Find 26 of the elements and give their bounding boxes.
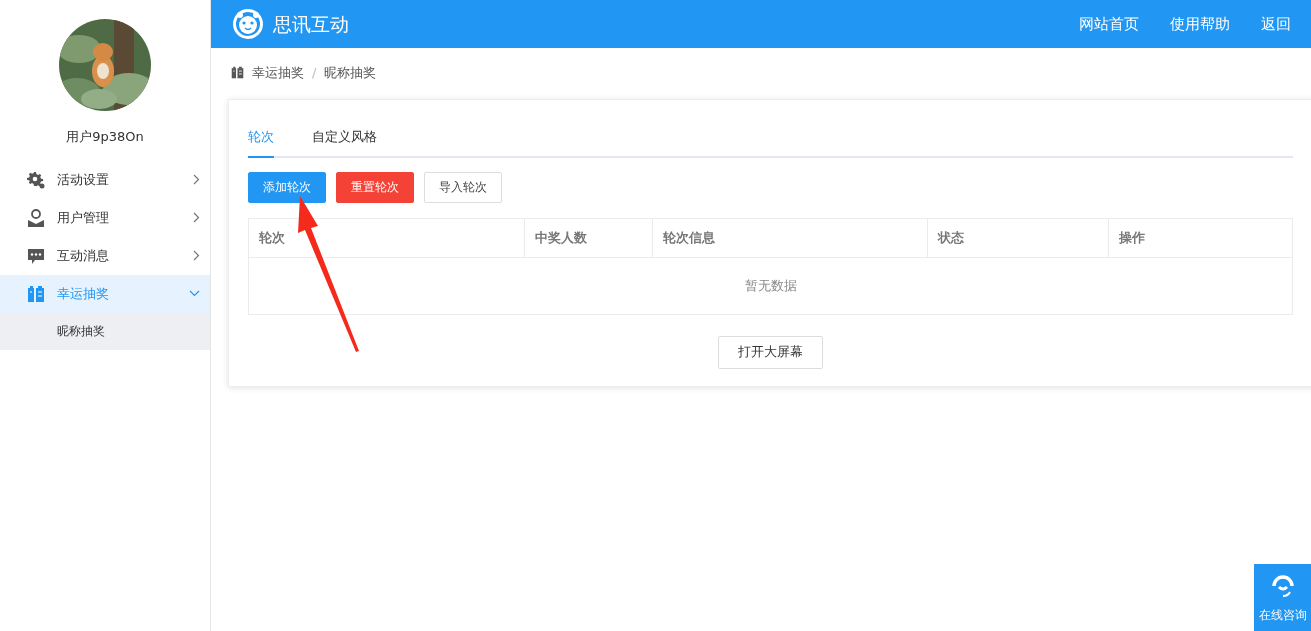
user-name: 用户9p38On	[65, 128, 145, 146]
reset-button[interactable]: 重置轮次	[336, 171, 414, 203]
import-button[interactable]: 导入轮次	[424, 171, 502, 203]
sidebar-item[interactable]: 活动设置	[0, 160, 210, 199]
column-header: 操作	[1118, 228, 1147, 247]
column-header: 轮次信息	[653, 218, 928, 257]
chevron-right-icon	[193, 212, 200, 223]
sidebar-item[interactable]: 互动消息	[0, 236, 210, 275]
empty-message: 暂无数据	[743, 276, 798, 295]
column-header: 状态	[927, 218, 1110, 257]
breadcrumb-separator: /	[312, 64, 317, 82]
chevron-right-icon	[193, 250, 200, 261]
breadcrumb-item[interactable]: 幸运抽奖	[252, 63, 304, 83]
column-header: 中奖人数	[525, 218, 654, 257]
sidebar-item[interactable]: 用户管理	[0, 198, 210, 237]
brand-name: 思讯互动	[273, 11, 349, 37]
gears-icon	[27, 170, 45, 189]
tab[interactable]: 自定义风格	[312, 127, 377, 158]
big-screen-button[interactable]: 打开大屏幕	[718, 335, 823, 369]
chevron-right-icon	[193, 174, 200, 185]
breadcrumb-item: 昵称抽奖	[324, 64, 377, 82]
user-icon	[27, 208, 45, 227]
chat-icon	[27, 246, 45, 265]
sidebar-subitem[interactable]: 昵称抽奖	[0, 312, 210, 350]
logo-icon	[231, 7, 265, 41]
chevron-down-icon	[189, 290, 200, 297]
